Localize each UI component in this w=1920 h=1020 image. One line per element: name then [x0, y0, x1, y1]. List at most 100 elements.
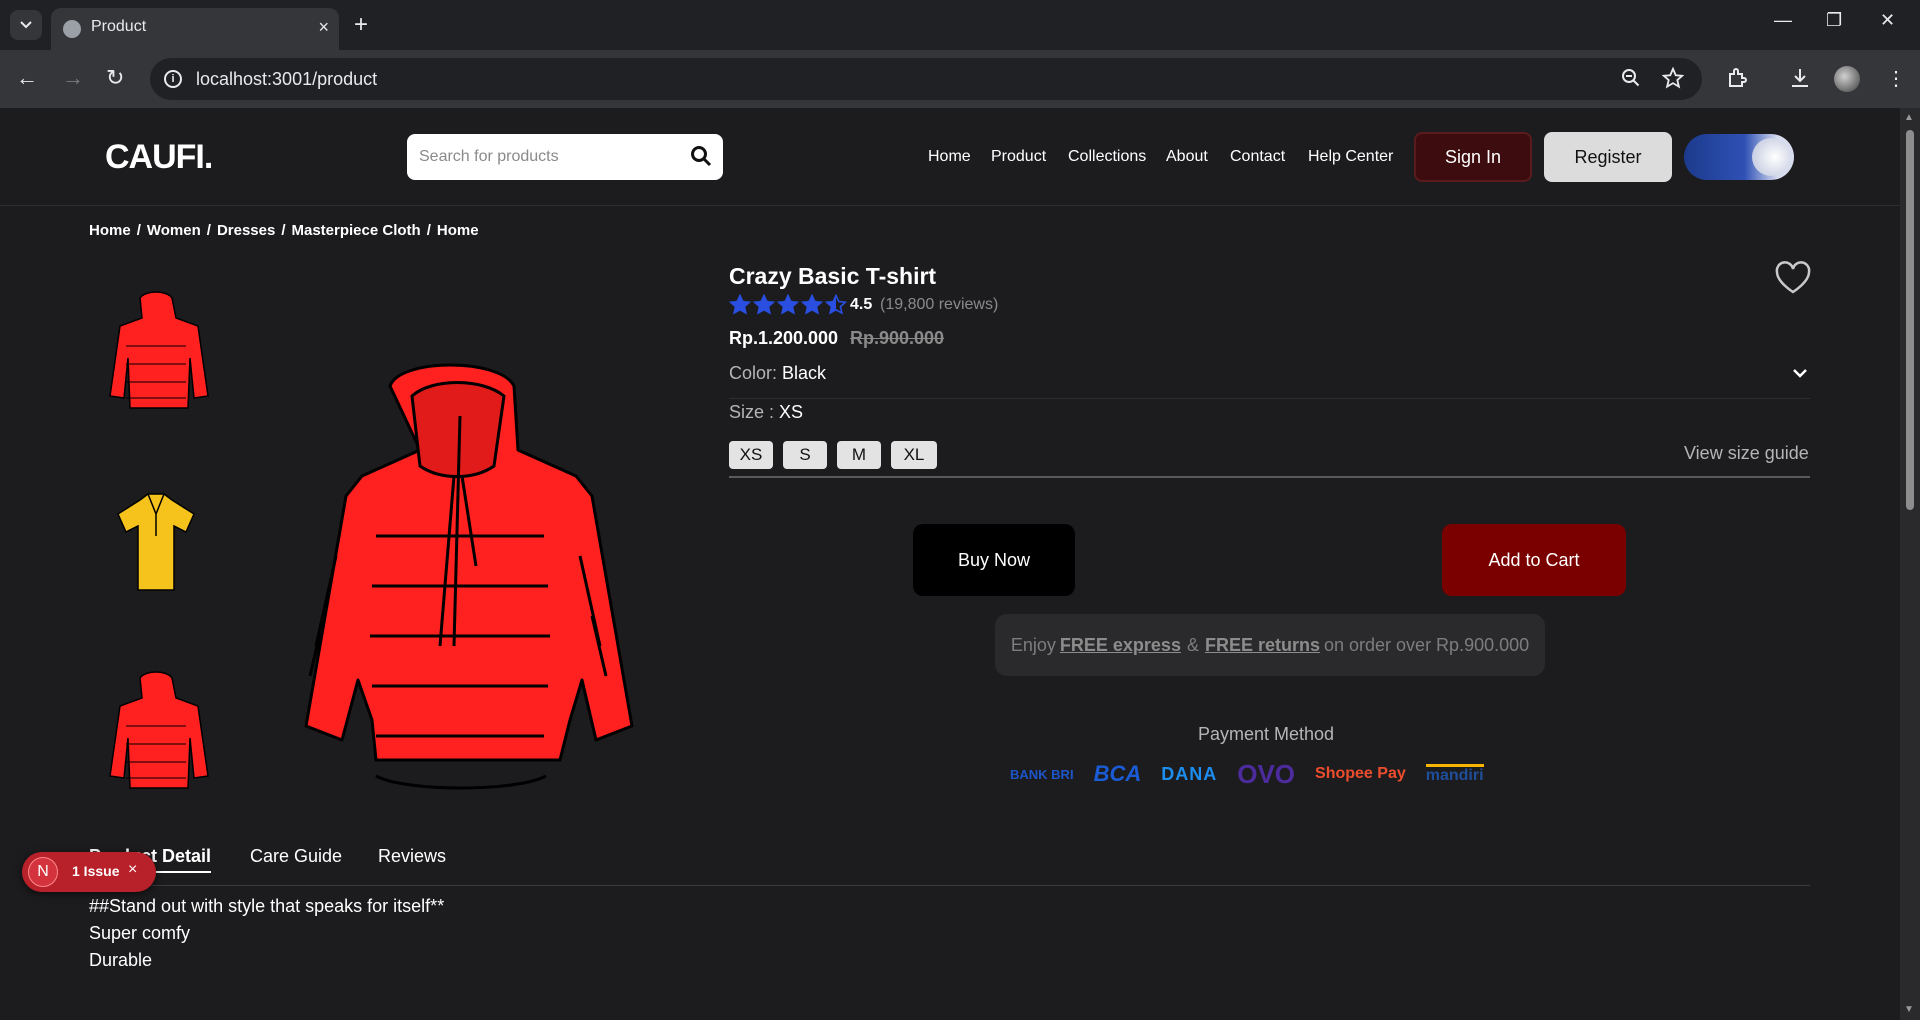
star-icon — [729, 294, 751, 315]
rating-value: 4.5 — [850, 296, 873, 313]
tab-reviews[interactable]: Reviews — [378, 846, 446, 867]
old-price: Rp.900.000 — [850, 328, 945, 348]
star-icon — [801, 294, 823, 315]
tab-care-guide[interactable]: Care Guide — [250, 846, 342, 867]
star-icon — [825, 294, 847, 315]
description-line: Super comfy — [89, 923, 191, 943]
breadcrumb-masterpiece-cloth[interactable]: Masterpiece Cloth — [292, 222, 421, 239]
shipping-promo: Enjoy FREE express & FREE returns on ord… — [995, 614, 1545, 676]
restore-icon[interactable]: ❐ — [1826, 10, 1842, 31]
issues-badge[interactable]: N 1 Issue × — [22, 852, 156, 892]
divider — [729, 476, 1810, 478]
breadcrumb: Home / Women / Dresses / Masterpiece Cloth / Hom… — [89, 222, 479, 239]
scroll-down-icon[interactable]: ▼ — [1904, 1004, 1914, 1015]
size-guide-link[interactable]: View size guide — [1684, 443, 1809, 464]
search-input[interactable]: Search for products — [407, 134, 723, 180]
mandiri-logo: mandiri — [1425, 763, 1484, 785]
chevron-down-icon — [20, 21, 32, 29]
description-line: Durable — [89, 950, 153, 970]
nav-product[interactable]: Product — [991, 148, 1046, 166]
rating-stars — [729, 294, 847, 316]
sign-in-button[interactable]: Sign In — [1414, 132, 1532, 182]
issue-count[interactable]: 1 Issue — [72, 863, 119, 879]
browser-tab-strip: Product × + — ❐ ✕ — [0, 0, 1920, 50]
menu-kebab-icon[interactable]: ⋮ — [1886, 66, 1906, 91]
breadcrumb-current[interactable]: Home — [437, 222, 479, 239]
tab-title: Product — [91, 18, 147, 35]
scroll-up-icon[interactable]: ▲ — [1904, 112, 1914, 123]
chevron-down-icon[interactable] — [1790, 363, 1810, 383]
thumbnail-red-jacket-2[interactable] — [96, 666, 216, 806]
zoom-icon[interactable] — [1620, 67, 1642, 89]
url-text[interactable]: localhost:3001/product — [196, 69, 377, 90]
next-logo-icon: N — [28, 857, 58, 887]
thumbnail-yellow-polo[interactable] — [96, 480, 216, 620]
size-value: XS — [779, 402, 804, 422]
tab-close-icon[interactable]: × — [318, 17, 329, 38]
size-xs-button[interactable]: XS — [729, 441, 773, 469]
reload-icon[interactable]: ↻ — [106, 66, 124, 90]
size-xl-button[interactable]: XL — [891, 441, 937, 469]
breadcrumb-dresses[interactable]: Dresses — [217, 222, 275, 239]
download-icon[interactable] — [1788, 66, 1812, 90]
register-button[interactable]: Register — [1544, 132, 1672, 182]
ovo-logo: OVO — [1237, 758, 1296, 789]
profile-avatar[interactable] — [1834, 66, 1860, 92]
shopeepay-logo: Shopee Pay — [1315, 765, 1406, 782]
nav-collections[interactable]: Collections — [1068, 148, 1146, 166]
scroll-thumb[interactable] — [1906, 130, 1914, 510]
nav-contact[interactable]: Contact — [1230, 148, 1285, 166]
toggle-knob — [1752, 138, 1790, 176]
review-count[interactable]: (19,800 reviews) — [880, 296, 998, 314]
nav-about[interactable]: About — [1166, 148, 1208, 166]
new-tab-button[interactable]: + — [354, 10, 368, 40]
size-s-button[interactable]: S — [783, 441, 827, 469]
tab-search-button[interactable] — [10, 10, 42, 40]
site-header: CAUFI. Search for products Home Product … — [0, 108, 1900, 206]
star-icon — [753, 294, 775, 315]
payment-method-title: Payment Method — [1198, 724, 1335, 744]
address-bar[interactable]: i localhost:3001/product — [150, 58, 1702, 100]
dana-logo: DANA — [1161, 763, 1218, 784]
close-window-icon[interactable]: ✕ — [1880, 10, 1895, 31]
price: Rp.1.200.000 — [729, 328, 839, 348]
thumbnail-red-jacket[interactable] — [96, 286, 216, 426]
breadcrumb-home[interactable]: Home — [89, 222, 131, 239]
bca-logo: BCA — [1093, 761, 1142, 786]
extensions-icon[interactable] — [1726, 66, 1750, 90]
heart-icon[interactable] — [1774, 260, 1812, 296]
bank-bri-logo: BANK BRI — [1010, 766, 1074, 782]
browser-tab[interactable]: Product × — [51, 8, 339, 50]
product-tabs: Product Detail Care Guide Reviews — [89, 846, 1810, 886]
free-express-link[interactable]: FREE express — [1060, 635, 1181, 656]
description-line: ##Stand out with style that speaks for i… — [89, 896, 445, 916]
color-value: Black — [782, 363, 827, 383]
breadcrumb-women[interactable]: Women — [147, 222, 201, 239]
back-icon[interactable]: ← — [16, 66, 38, 90]
size-label: Size : XS — [729, 402, 804, 422]
product-main-image — [304, 363, 634, 790]
globe-icon — [63, 20, 81, 38]
theme-toggle[interactable] — [1684, 134, 1794, 180]
product-title: Crazy Basic T-shirt — [729, 263, 937, 289]
search-icon[interactable] — [689, 144, 713, 168]
forward-icon[interactable]: → — [62, 66, 84, 90]
close-icon[interactable]: × — [128, 861, 137, 879]
add-to-cart-button[interactable]: Add to Cart — [1442, 524, 1626, 596]
buy-now-button[interactable]: Buy Now — [913, 524, 1075, 596]
color-label: Color: Black — [729, 363, 827, 383]
size-m-button[interactable]: M — [837, 441, 881, 469]
star-icon — [777, 294, 799, 315]
free-returns-link[interactable]: FREE returns — [1205, 635, 1320, 656]
bookmark-star-icon[interactable] — [1662, 67, 1684, 89]
color-selector[interactable]: Color: Black — [729, 363, 1810, 399]
nav-home[interactable]: Home — [928, 148, 971, 166]
payment-logos: BANK BRI BCA DANA OVO Shopee Pay mandiri — [1010, 756, 1484, 792]
minimize-icon[interactable]: — — [1774, 10, 1792, 31]
site-info-icon[interactable]: i — [164, 70, 182, 88]
search-placeholder: Search for products — [419, 148, 559, 165]
page-scrollbar[interactable]: ▲ ▼ — [1900, 108, 1920, 1020]
page-content: CAUFI. Search for products Home Product … — [0, 108, 1900, 1020]
logo[interactable]: CAUFI. — [105, 138, 213, 177]
nav-help-center[interactable]: Help Center — [1308, 148, 1393, 166]
